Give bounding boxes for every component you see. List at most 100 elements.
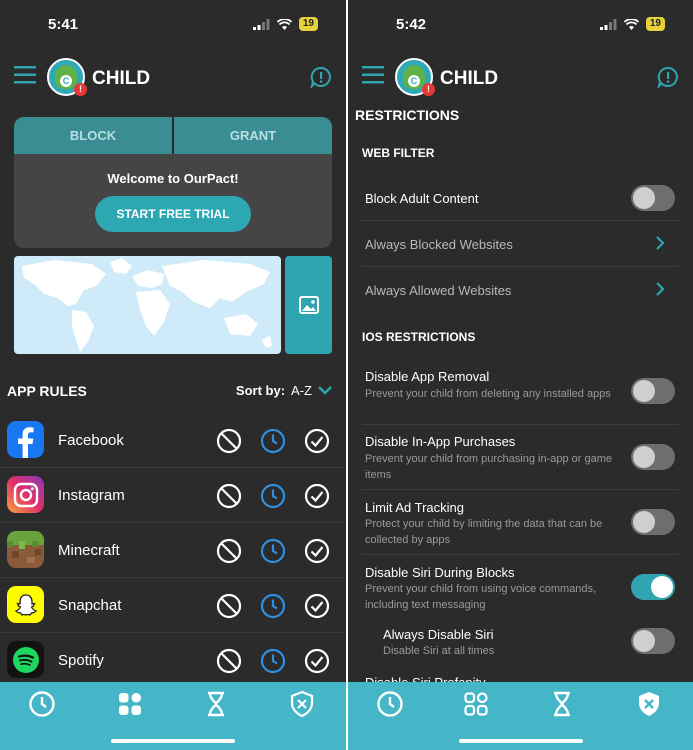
apps-grid-icon[interactable] xyxy=(116,690,144,718)
facebook-icon xyxy=(7,421,44,458)
help-chat-icon[interactable] xyxy=(310,66,332,88)
spotify-icon xyxy=(7,641,44,678)
chevron-down-icon xyxy=(318,386,332,395)
always-allowed-label: Always Allowed Websites xyxy=(365,283,512,298)
battery-indicator: 19 xyxy=(298,17,318,31)
block-adult-content-row: Block Adult Content xyxy=(362,176,679,221)
hourglass-icon[interactable] xyxy=(548,690,576,718)
child-name-title: CHILD xyxy=(92,68,151,89)
app-rules-list: Facebook Instagram Minecraft Snapchat Sp… xyxy=(0,413,346,688)
app-row-facebook: Facebook xyxy=(0,413,346,468)
child-avatar[interactable]: C ! xyxy=(395,58,435,96)
menu-icon[interactable] xyxy=(362,66,384,84)
always-disable-siri-label: Always Disable Siri xyxy=(383,627,494,642)
ios-restrictions-heading: IOS RESTRICTIONS xyxy=(362,330,476,344)
block-icon[interactable] xyxy=(216,648,242,674)
always-allowed-row[interactable]: Always Allowed Websites xyxy=(362,267,679,313)
app-rules-heading: APP RULES xyxy=(7,383,87,399)
bottom-nav xyxy=(0,682,346,750)
hourglass-icon[interactable] xyxy=(202,690,230,718)
block-tab[interactable]: BLOCK xyxy=(14,117,172,154)
allow-check-icon[interactable] xyxy=(304,648,330,674)
disable-siri-during-blocks-toggle[interactable] xyxy=(631,574,675,600)
disable-siri-during-blocks-label: Disable Siri During Blocks xyxy=(365,565,515,580)
app-name: Minecraft xyxy=(58,542,120,559)
limit-ad-tracking-toggle[interactable] xyxy=(631,509,675,535)
map-image-button[interactable] xyxy=(285,256,332,354)
disable-app-removal-row: Disable App Removal Prevent your child f… xyxy=(362,360,679,425)
right-screen: 5:42 19 C ! CHILD RESTRICTIONS WEB FILTE… xyxy=(348,0,693,750)
sort-value: A-Z xyxy=(291,383,312,398)
app-name: Snapchat xyxy=(58,597,122,614)
disable-siri-during-blocks-description: Prevent your child from using voice comm… xyxy=(365,583,597,611)
snapchat-icon xyxy=(7,586,44,623)
clock-icon[interactable] xyxy=(28,690,56,718)
welcome-text: Welcome to OurPact! xyxy=(107,171,239,186)
top-bar: C ! CHILD xyxy=(348,58,693,98)
app-row-snapchat: Snapchat xyxy=(0,578,346,633)
disable-app-removal-description: Prevent your child from deleting any ins… xyxy=(365,388,611,400)
always-disable-siri-toggle[interactable] xyxy=(631,628,675,654)
disable-in-app-purchases-description: Prevent your child from purchasing in-ap… xyxy=(365,453,613,481)
disable-in-app-purchases-toggle[interactable] xyxy=(631,444,675,470)
schedule-clock-icon[interactable] xyxy=(260,428,286,454)
always-blocked-label: Always Blocked Websites xyxy=(365,237,513,252)
status-bar: 5:42 19 xyxy=(348,0,693,50)
toggle-knob xyxy=(633,511,655,533)
apps-grid-outline-icon[interactable] xyxy=(462,690,490,718)
disable-in-app-purchases-row: Disable In-App Purchases Prevent your ch… xyxy=(362,425,679,490)
always-blocked-row[interactable]: Always Blocked Websites xyxy=(362,221,679,267)
toggle-knob xyxy=(633,446,655,468)
block-adult-label: Block Adult Content xyxy=(365,191,479,206)
shield-x-icon[interactable] xyxy=(635,690,663,718)
world-map-image xyxy=(22,258,272,352)
shield-x-icon[interactable] xyxy=(288,690,316,718)
start-free-trial-button[interactable]: START FREE TRIAL xyxy=(95,196,251,232)
minecraft-icon xyxy=(7,531,44,568)
schedule-clock-icon[interactable] xyxy=(260,648,286,674)
wifi-icon xyxy=(623,18,639,30)
toggle-knob xyxy=(633,630,655,652)
app-name: Facebook xyxy=(58,432,124,449)
grant-tab[interactable]: GRANT xyxy=(172,117,332,154)
block-icon[interactable] xyxy=(216,428,242,454)
child-avatar[interactable]: C ! xyxy=(47,58,87,96)
alert-badge: ! xyxy=(74,83,87,96)
alert-badge: ! xyxy=(422,83,435,96)
allow-check-icon[interactable] xyxy=(304,483,330,509)
signal-icon xyxy=(599,18,617,30)
always-disable-siri-description: Disable Siri at all times xyxy=(383,645,495,657)
limit-ad-tracking-description: Protect your child by limiting the data … xyxy=(365,518,603,546)
home-indicator[interactable] xyxy=(111,739,235,743)
block-adult-toggle[interactable] xyxy=(631,185,675,211)
world-map[interactable] xyxy=(14,256,281,354)
allow-check-icon[interactable] xyxy=(304,428,330,454)
app-rules-header: APP RULES Sort by: A-Z xyxy=(7,383,332,403)
block-icon[interactable] xyxy=(216,538,242,564)
app-name: Spotify xyxy=(58,652,104,669)
allow-check-icon[interactable] xyxy=(304,538,330,564)
top-bar: C ! CHILD xyxy=(0,58,346,98)
block-icon[interactable] xyxy=(216,593,242,619)
schedule-clock-icon[interactable] xyxy=(260,483,286,509)
allow-check-icon[interactable] xyxy=(304,593,330,619)
home-indicator[interactable] xyxy=(458,739,583,743)
app-row-spotify: Spotify xyxy=(0,633,346,688)
schedule-clock-icon[interactable] xyxy=(260,538,286,564)
disable-app-removal-label: Disable App Removal xyxy=(365,369,490,384)
clock-icon[interactable] xyxy=(376,690,404,718)
avatar-letter: C xyxy=(60,75,72,87)
web-filter-heading: WEB FILTER xyxy=(362,146,435,160)
child-name-title: CHILD xyxy=(440,68,499,89)
sort-control[interactable]: Sort by: A-Z xyxy=(236,383,332,398)
schedule-clock-icon[interactable] xyxy=(260,593,286,619)
help-chat-icon[interactable] xyxy=(657,66,679,88)
menu-icon[interactable] xyxy=(14,66,36,84)
chevron-right-icon xyxy=(656,282,665,296)
signal-icon xyxy=(252,18,270,30)
battery-indicator: 19 xyxy=(645,17,665,31)
toggle-knob xyxy=(633,380,655,402)
disable-app-removal-toggle[interactable] xyxy=(631,378,675,404)
block-icon[interactable] xyxy=(216,483,242,509)
chevron-right-icon xyxy=(656,236,665,250)
